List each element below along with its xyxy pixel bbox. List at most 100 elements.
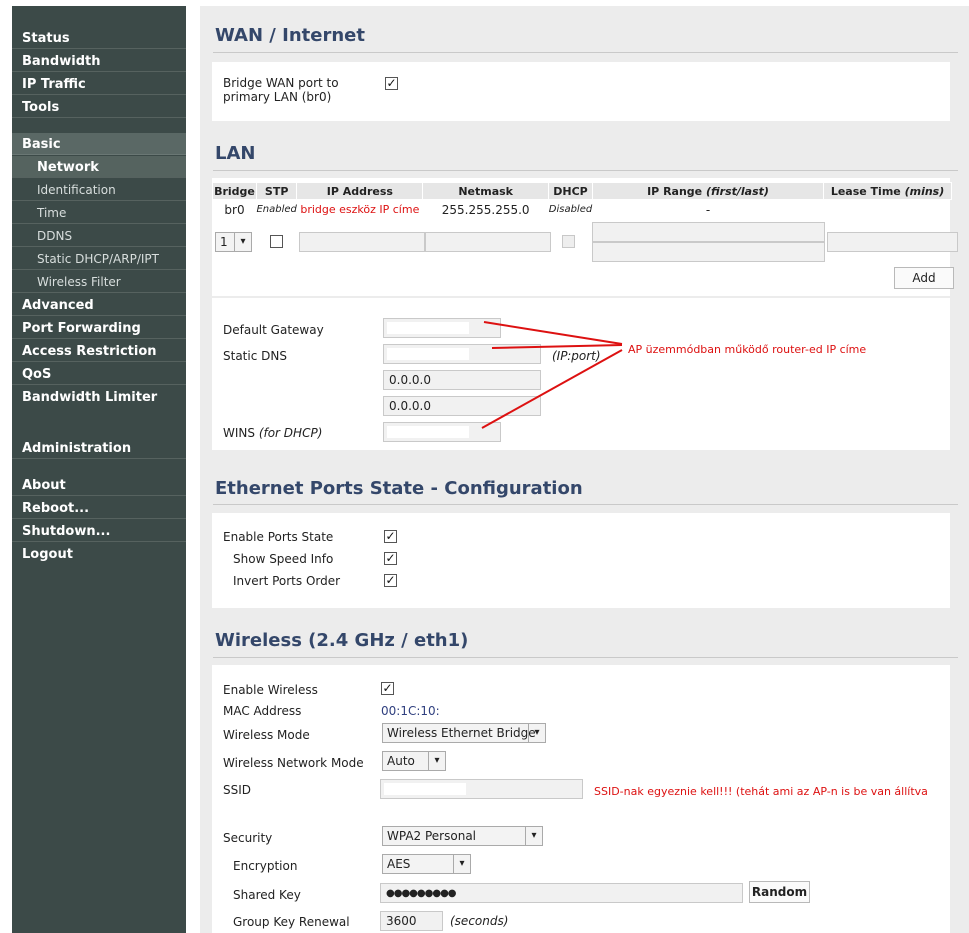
col-ip-range-label: IP Range [647, 184, 706, 198]
gateway-annotation: AP üzemmódban működő router-ed IP címe [628, 343, 867, 356]
col-ip-address: IP Address [296, 182, 424, 200]
chevron-down-icon: ▾ [528, 724, 545, 742]
nav-advanced[interactable]: Advanced [12, 294, 186, 316]
group-key-input[interactable]: 3600 [380, 911, 443, 931]
ethernet-title: Ethernet Ports State - Configuration [215, 478, 583, 499]
nav-administration[interactable]: Administration [12, 437, 186, 459]
nav-time[interactable]: Time [12, 202, 186, 224]
row-ip-range: - [705, 202, 711, 217]
nav-port-forwarding[interactable]: Port Forwarding [12, 317, 186, 339]
nav-bandwidth[interactable]: Bandwidth [12, 50, 186, 72]
new-lease-input[interactable] [827, 232, 958, 252]
redacted-block [387, 426, 469, 438]
security-value: WPA2 Personal [387, 829, 477, 843]
speed-info-label: Show Speed Info [233, 552, 334, 566]
row-netmask: 255.255.255.0 [441, 202, 530, 217]
col-lease-hint: (mins) [904, 184, 945, 198]
ssid-annotation: SSID-nak egyeznie kell!!! (tehát ami az … [594, 785, 928, 798]
nav-static-dhcp[interactable]: Static DHCP/ARP/IPT [12, 248, 186, 270]
chevron-down-icon: ▾ [428, 752, 445, 770]
mac-address-label: MAC Address [223, 704, 302, 718]
col-lease-label: Lease Time [830, 184, 905, 198]
nav-ip-traffic[interactable]: IP Traffic [12, 73, 186, 95]
speed-info-checkbox[interactable]: ✓ [384, 552, 397, 565]
bridge-wan-checkbox[interactable]: ✓ [385, 77, 398, 90]
nav-identification[interactable]: Identification [12, 179, 186, 201]
network-mode-select[interactable]: Auto ▾ [382, 751, 446, 771]
invert-ports-checkbox[interactable]: ✓ [384, 574, 397, 587]
group-key-unit: (seconds) [450, 914, 509, 928]
wins-input[interactable] [383, 422, 501, 442]
static-dns-input-3[interactable]: 0.0.0.0 [383, 396, 541, 416]
nav-logout[interactable]: Logout [12, 543, 186, 565]
wan-title: WAN / Internet [215, 25, 365, 46]
nav-about[interactable]: About [12, 474, 186, 496]
add-button[interactable]: Add [894, 267, 954, 289]
encryption-value: AES [387, 857, 411, 871]
encryption-label: Encryption [233, 859, 298, 873]
redacted-block [387, 322, 469, 334]
enable-ports-label: Enable Ports State [223, 530, 334, 544]
ssid-input[interactable] [380, 779, 583, 799]
wireless-panel: Enable Wireless ✓ MAC Address 00:1C:10: … [212, 665, 950, 933]
random-button[interactable]: Random [749, 881, 810, 903]
row-bridge: br0 [224, 202, 245, 217]
static-dns-label: Static DNS [223, 349, 287, 363]
new-bridge-value: 1 [220, 235, 228, 249]
new-ip-range-last[interactable] [592, 242, 825, 262]
nav-qos[interactable]: QoS [12, 363, 186, 385]
new-stp-checkbox[interactable] [270, 235, 283, 248]
security-select[interactable]: WPA2 Personal ▾ [382, 826, 543, 846]
shared-key-input[interactable]: ●●●●●●●●● [380, 883, 743, 903]
default-gateway-label: Default Gateway [223, 323, 324, 337]
ethernet-divider [213, 504, 958, 505]
nav-basic[interactable]: Basic [12, 133, 186, 155]
nav-ddns[interactable]: DDNS [12, 225, 186, 247]
col-ip-range: IP Range (first/last) [591, 182, 825, 200]
lan-table: Bridge STP IP Address Netmask DHCP IP Ra… [212, 182, 952, 220]
new-dhcp-checkbox[interactable] [562, 235, 575, 248]
col-bridge: Bridge [212, 182, 257, 200]
network-mode-label: Wireless Network Mode [223, 756, 364, 770]
wireless-mode-label: Wireless Mode [223, 728, 310, 742]
wan-panel: Bridge WAN port to primary LAN (br0) ✓ [212, 62, 950, 121]
nav-tools[interactable]: Tools [12, 96, 186, 118]
static-dns-input-1[interactable] [383, 344, 541, 364]
nav-bandwidth-limiter[interactable]: Bandwidth Limiter [12, 386, 186, 408]
wireless-mode-value: Wireless Ethernet Bridge [387, 726, 536, 740]
enable-ports-checkbox[interactable]: ✓ [384, 530, 397, 543]
network-mode-value: Auto [387, 754, 415, 768]
nav-shutdown[interactable]: Shutdown... [12, 520, 186, 542]
col-netmask: Netmask [422, 182, 549, 200]
col-dhcp: DHCP [548, 182, 593, 200]
new-ip-input[interactable] [299, 232, 425, 252]
lan-divider [213, 170, 958, 171]
nav-reboot[interactable]: Reboot... [12, 497, 186, 519]
col-ip-range-hint: (first/last) [705, 184, 769, 198]
nav-status[interactable]: Status [12, 27, 186, 49]
default-gateway-input[interactable] [383, 318, 501, 338]
nav-access-restriction[interactable]: Access Restriction [12, 340, 186, 362]
encryption-select[interactable]: AES ▾ [382, 854, 471, 874]
bridge-wan-label: Bridge WAN port to [223, 76, 339, 90]
sidebar: Status Bandwidth IP Traffic Tools Basic … [12, 6, 186, 933]
chevron-down-icon: ▾ [525, 827, 542, 845]
row-dhcp: Disabled [548, 204, 593, 216]
chevron-down-icon: ▾ [234, 233, 251, 251]
nav-network[interactable]: Network [12, 156, 186, 178]
wireless-divider [213, 657, 958, 658]
wins-label-text: WINS [223, 426, 259, 440]
new-bridge-select[interactable]: 1 ▾ [215, 232, 252, 252]
table-row: br0 Enabled bridge eszköz IP címe 255.25… [213, 200, 952, 220]
nav-wireless-filter[interactable]: Wireless Filter [12, 271, 186, 293]
security-label: Security [223, 831, 273, 845]
lan-table-header: Bridge STP IP Address Netmask DHCP IP Ra… [212, 182, 952, 200]
new-ip-range-first[interactable] [592, 222, 825, 242]
enable-wireless-checkbox[interactable]: ✓ [381, 682, 394, 695]
static-dns-input-2[interactable]: 0.0.0.0 [383, 370, 541, 390]
new-netmask-input[interactable] [425, 232, 551, 252]
row-lease [824, 200, 952, 220]
dns-hint: (IP:port) [552, 349, 601, 363]
ssid-label: SSID [223, 783, 252, 797]
wireless-mode-select[interactable]: Wireless Ethernet Bridge ▾ [382, 723, 546, 743]
